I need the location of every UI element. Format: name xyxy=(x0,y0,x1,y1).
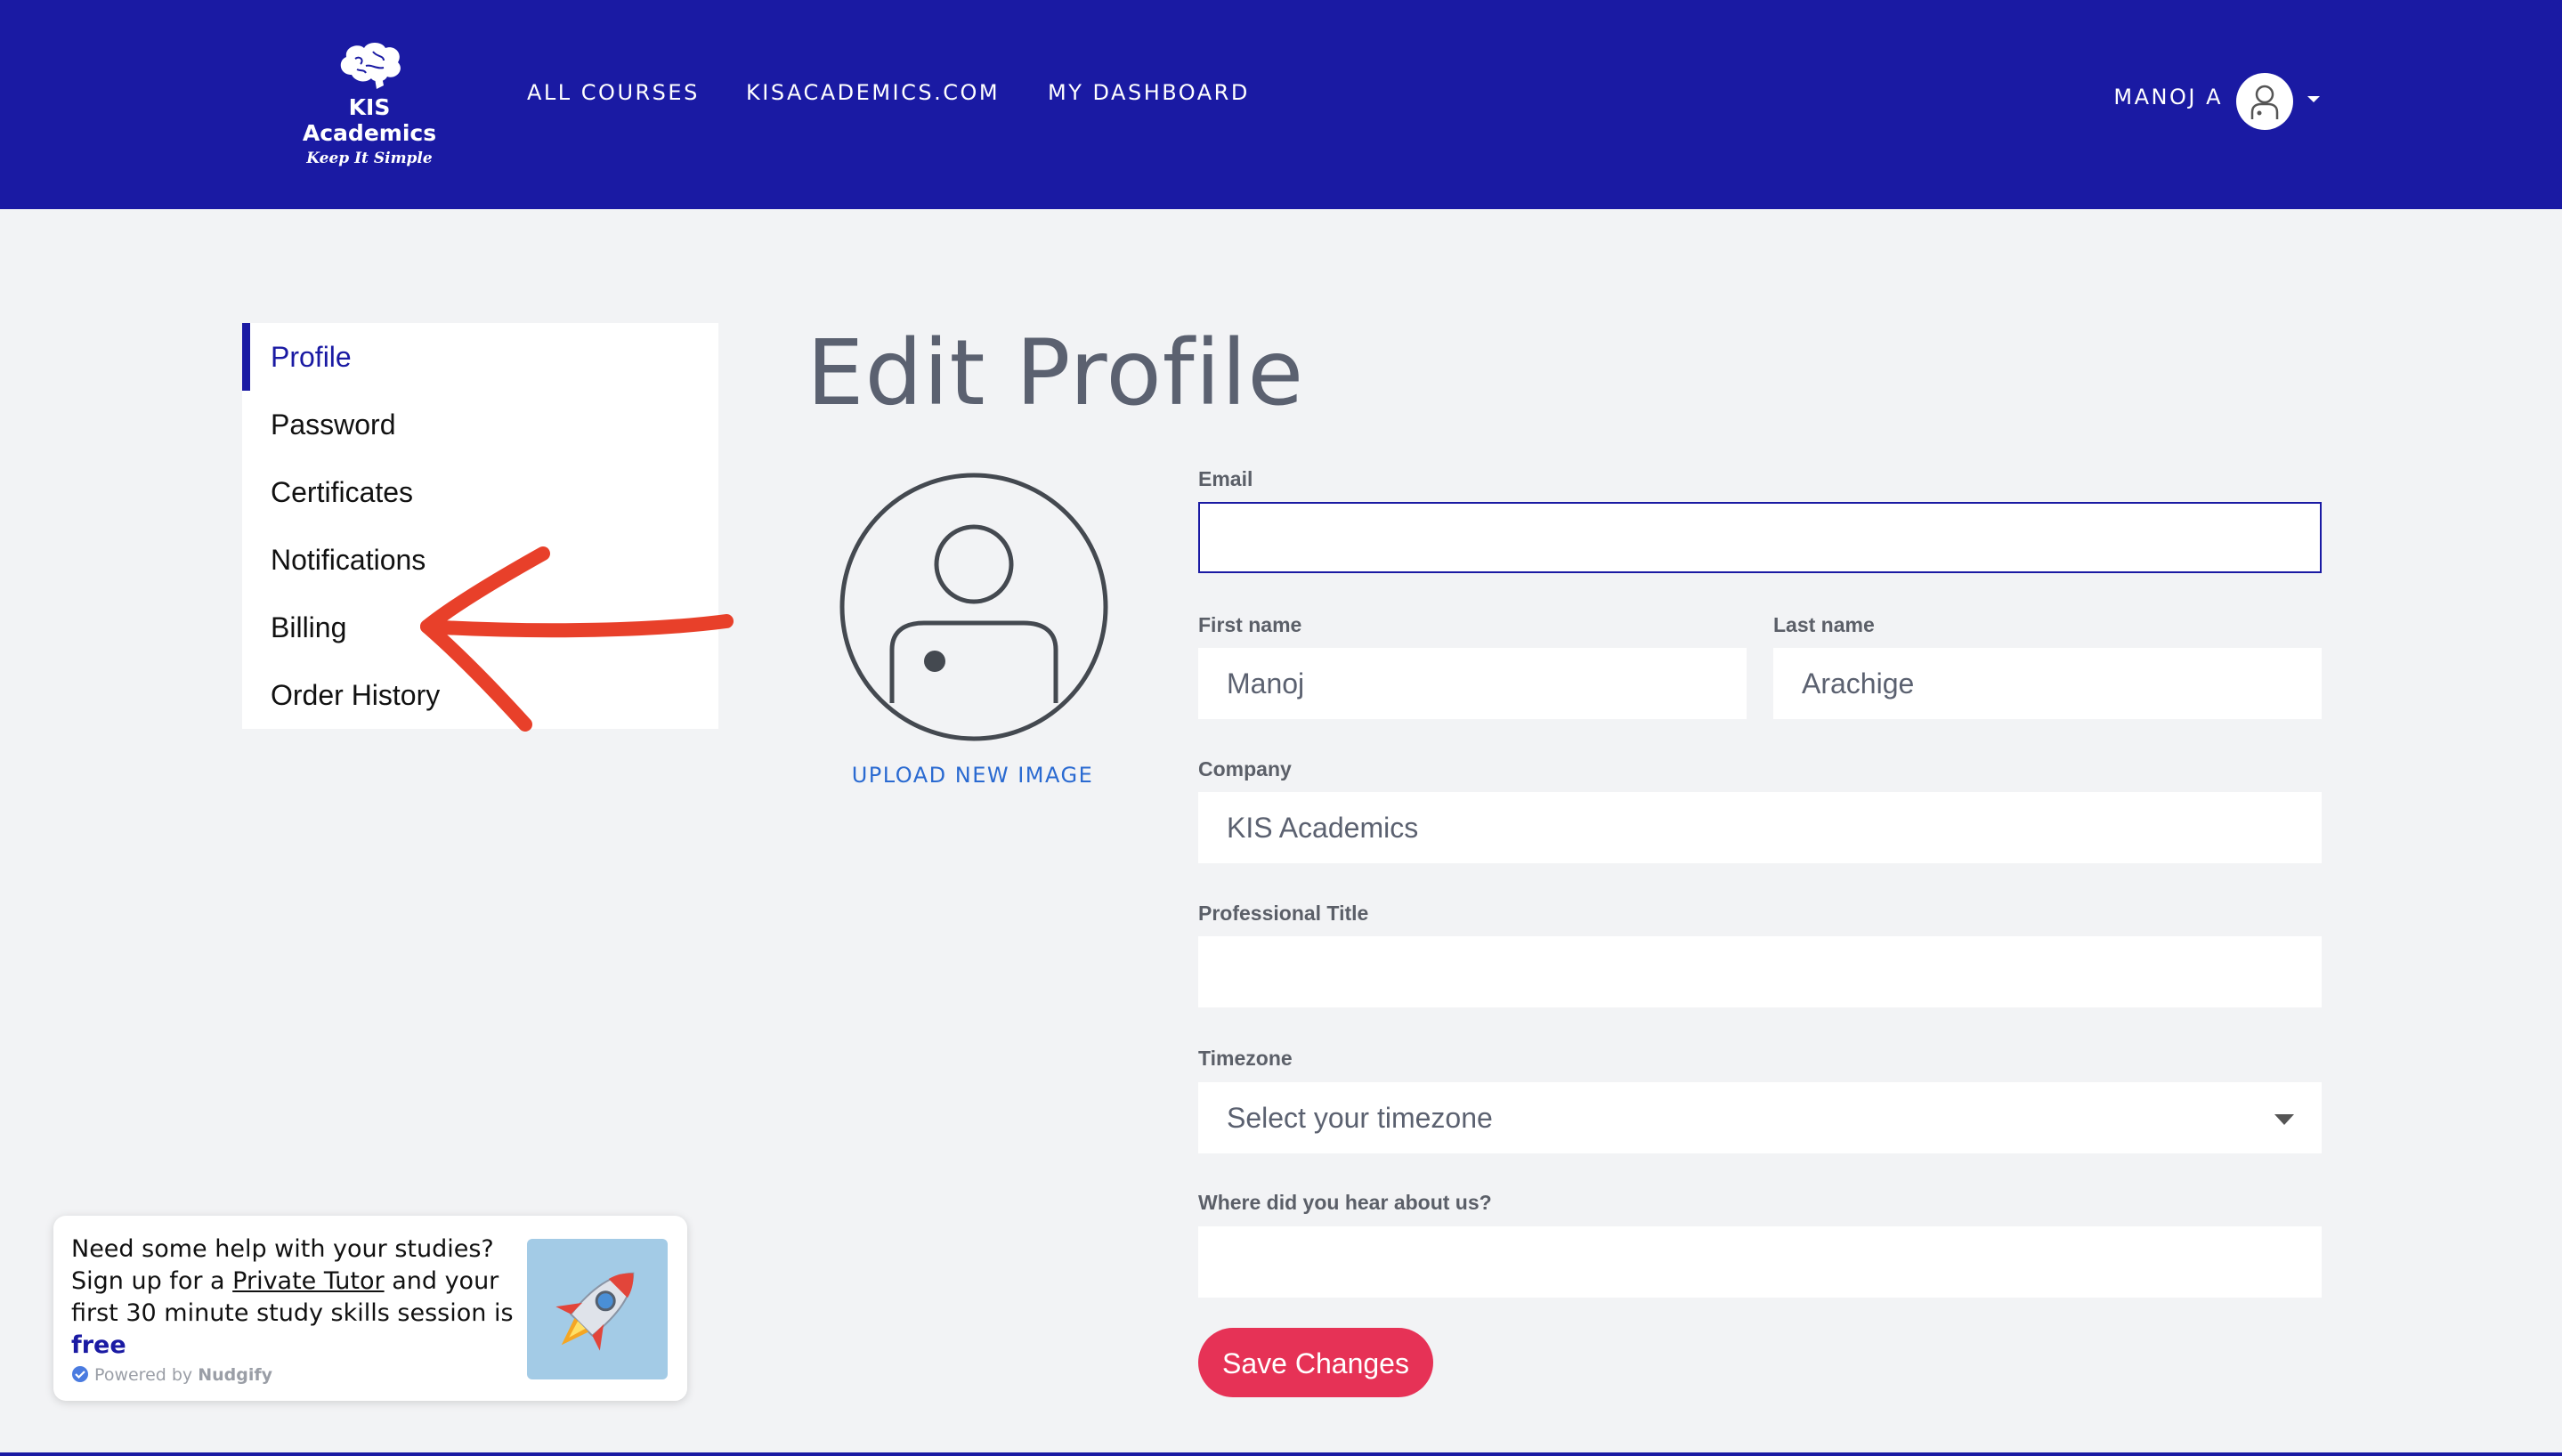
powered-by[interactable]: Powered by Nudgify xyxy=(71,1365,272,1385)
first-name-label: First name xyxy=(1198,613,1302,636)
chevron-down-icon xyxy=(2274,1114,2294,1125)
save-changes-button[interactable]: Save Changes xyxy=(1198,1328,1433,1397)
footer-divider xyxy=(0,1452,2562,1456)
nudge-image xyxy=(527,1239,668,1379)
nudge-line-2-post: and your xyxy=(392,1267,499,1295)
last-name-label: Last name xyxy=(1773,613,1875,636)
rocket-icon xyxy=(555,1272,635,1351)
logo-tagline: Keep It Simple xyxy=(306,150,433,167)
nav-my-dashboard[interactable]: MY DASHBOARD xyxy=(1048,80,1250,105)
last-name-field[interactable]: Arachige xyxy=(1773,648,2322,719)
user-icon xyxy=(2250,85,2279,119)
verified-check-icon xyxy=(72,1366,88,1382)
chevron-down-icon[interactable] xyxy=(2306,94,2322,105)
site-logo[interactable]: KIS Academics Keep It Simple xyxy=(285,39,454,167)
company-label: Company xyxy=(1198,757,1292,781)
email-label: Email xyxy=(1198,467,1253,490)
timezone-label: Timezone xyxy=(1198,1047,1293,1070)
professional-title-field[interactable] xyxy=(1198,936,2322,1007)
top-navigation-bar: KIS Academics Keep It Simple ALL COURSES… xyxy=(0,0,2562,209)
nudge-free-text: free xyxy=(71,1331,126,1359)
brain-icon xyxy=(340,43,401,89)
page-title: Edit Profile xyxy=(807,320,1305,426)
logo-name: KIS Academics xyxy=(302,94,437,146)
nudge-line-1: Need some help with your studies? xyxy=(71,1235,494,1263)
sidebar-item-profile[interactable]: Profile xyxy=(242,323,718,391)
annotation-arrow-icon xyxy=(420,546,734,732)
powered-by-text: Powered by xyxy=(94,1365,193,1385)
private-tutor-link[interactable]: Private Tutor xyxy=(232,1267,384,1295)
timezone-selected-value: Select your timezone xyxy=(1227,1102,1493,1134)
nudge-line-3: first 30 minute study skills session is xyxy=(71,1299,514,1327)
referral-field[interactable] xyxy=(1198,1226,2322,1298)
user-avatar[interactable] xyxy=(2236,73,2293,130)
upload-image-link[interactable]: UPLOAD NEW IMAGE xyxy=(801,763,1144,788)
nav-all-courses[interactable]: ALL COURSES xyxy=(527,80,700,105)
referral-label: Where did you hear about us? xyxy=(1198,1191,1492,1214)
sidebar-item-certificates[interactable]: Certificates xyxy=(242,458,718,526)
profile-avatar-icon[interactable] xyxy=(839,472,1109,742)
nudge-line-2-pre: Sign up for a xyxy=(71,1267,225,1295)
user-name[interactable]: MANOJ A xyxy=(2113,85,2223,109)
nudge-popup[interactable]: Need some help with your studies? Sign u… xyxy=(53,1216,687,1401)
timezone-select[interactable]: Select your timezone xyxy=(1198,1082,2322,1153)
first-name-field[interactable]: Manoj xyxy=(1198,648,1747,719)
nudge-message: Need some help with your studies? Sign u… xyxy=(71,1234,516,1362)
company-field[interactable]: KIS Academics xyxy=(1198,792,2322,863)
professional-title-label: Professional Title xyxy=(1198,902,1369,925)
nav-kisacademics[interactable]: KISACADEMICS.COM xyxy=(746,80,1000,105)
email-field[interactable] xyxy=(1198,502,2322,573)
powered-by-brand: Nudgify xyxy=(198,1365,273,1385)
sidebar-item-password[interactable]: Password xyxy=(242,391,718,458)
